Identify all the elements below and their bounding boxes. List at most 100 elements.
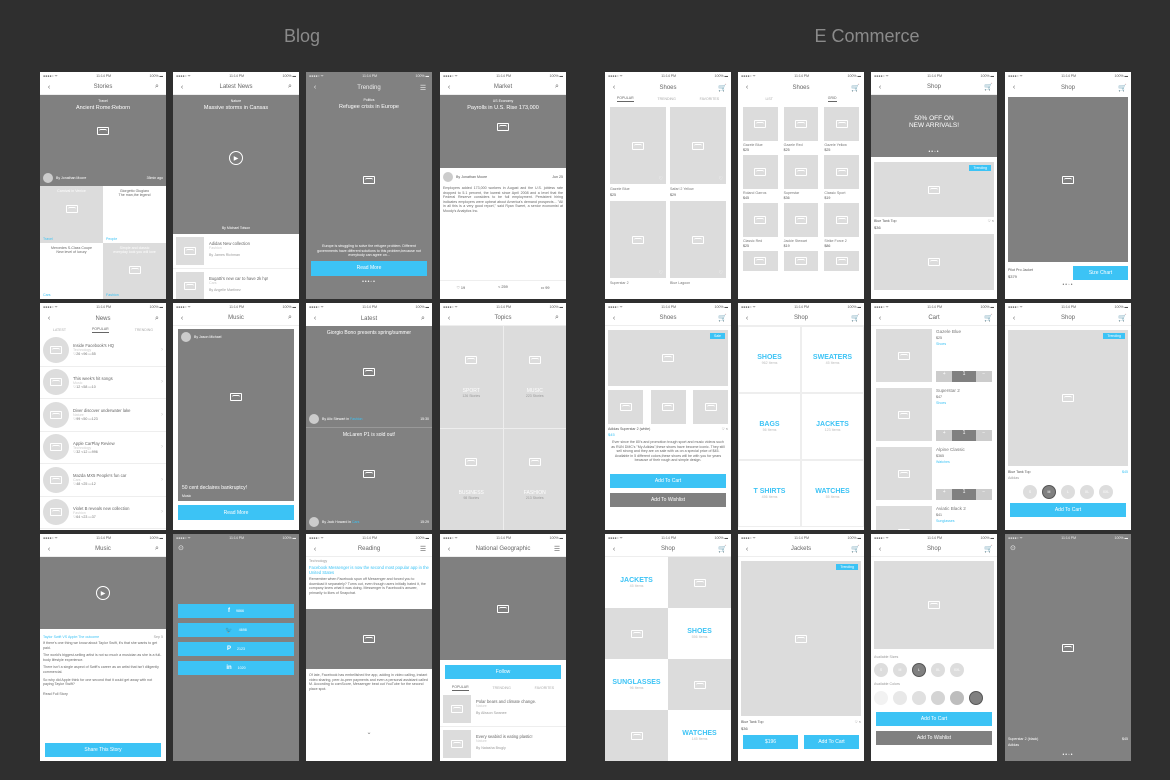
product-image[interactable]: ♡ [610, 201, 666, 278]
page-dots[interactable]: ••◦• [1005, 752, 1131, 758]
size-option-xl[interactable]: XL [1080, 485, 1094, 499]
back-icon[interactable]: ‹ [178, 315, 186, 322]
search-icon[interactable]: ⌕ [553, 83, 561, 91]
category-tile[interactable]: WATCHES 55 Items [801, 460, 864, 527]
close-icon[interactable]: ⊙ [173, 542, 299, 554]
color-swatch[interactable] [931, 691, 945, 705]
back-icon[interactable]: ‹ [445, 315, 453, 322]
page-dots[interactable]: ••◦• [871, 149, 997, 155]
category-image[interactable] [605, 710, 668, 761]
chevron-right-icon[interactable]: › [161, 509, 163, 515]
quantity-stepper[interactable]: +1− [936, 430, 992, 441]
product-image[interactable] [743, 251, 778, 271]
cart-icon[interactable]: 🛒 [851, 314, 860, 322]
add-to-cart-button[interactable]: Add To Cart [1010, 503, 1126, 517]
tab-list[interactable]: LIST [765, 97, 772, 101]
like-button[interactable]: ♡ 19 [456, 285, 465, 290]
product-image[interactable] [824, 155, 859, 189]
menu-icon[interactable]: ☰ [419, 545, 427, 553]
read-full-story-link[interactable]: Read Full Story [40, 690, 166, 699]
plus-button[interactable]: + [936, 430, 953, 441]
tag-link[interactable]: Fashion [350, 417, 362, 421]
plus-button[interactable]: + [936, 489, 953, 500]
play-icon[interactable]: ▶ [96, 586, 110, 600]
cart-icon[interactable]: 🛒 [718, 84, 727, 92]
product-image[interactable] [824, 203, 859, 237]
size-option-xxl[interactable]: XXL [950, 663, 964, 677]
back-icon[interactable]: ‹ [1010, 315, 1018, 322]
promo-banner[interactable]: 50% OFF ON NEW ARRIVALS! ••◦• [871, 95, 997, 157]
chevron-right-icon[interactable]: › [161, 412, 163, 418]
product-category[interactable]: Watches [936, 460, 992, 464]
product-card[interactable]: Gazele Yellow $25 [824, 107, 859, 152]
play-icon[interactable]: ▶ [229, 151, 243, 165]
product-card[interactable]: ♡ Gazele Blue $25 [610, 107, 666, 197]
category-tile[interactable]: WATCHES 145 Items [668, 710, 731, 761]
heart-icon[interactable]: ♡ [659, 270, 663, 276]
thumbnail[interactable] [608, 390, 643, 424]
product-image[interactable]: Trending [741, 561, 861, 716]
news-item[interactable]: Violet B reveals new collection Fashion ♡6… [40, 497, 166, 529]
product-image[interactable] [783, 203, 819, 237]
cart-icon[interactable]: 🛒 [1118, 84, 1127, 92]
quantity-stepper[interactable]: +1− [936, 489, 992, 500]
back-icon[interactable]: ‹ [311, 84, 319, 91]
size-option-xxl[interactable]: XXL [1099, 485, 1113, 499]
color-swatch[interactable] [969, 691, 983, 705]
tab-favorites[interactable]: FAVORITES [700, 97, 719, 101]
category-tile[interactable]: JACKETS 45 Items [605, 557, 668, 608]
quantity-stepper[interactable]: +1− [936, 371, 992, 382]
tab-trending[interactable]: TRENDING [658, 97, 676, 101]
product-image[interactable]: Trending [1008, 330, 1128, 466]
back-icon[interactable]: ‹ [45, 546, 53, 553]
heart-icon[interactable]: ♡ [719, 176, 723, 182]
back-icon[interactable]: ‹ [876, 315, 884, 322]
category-image[interactable] [668, 557, 731, 608]
product-card[interactable]: Jackie Stewart $19 [783, 203, 819, 248]
back-icon[interactable]: ‹ [45, 315, 53, 322]
minus-button[interactable]: − [975, 371, 992, 382]
tile-tag[interactable]: Travel [43, 237, 53, 241]
list-item[interactable]: Every seabird is eating plastic! Nature By… [440, 727, 566, 761]
back-icon[interactable]: ‹ [743, 315, 751, 322]
cart-icon[interactable]: 🛒 [851, 545, 860, 553]
color-swatch[interactable] [950, 691, 964, 705]
product-image[interactable] [824, 107, 859, 141]
back-icon[interactable]: ‹ [743, 546, 751, 553]
minus-button[interactable]: − [975, 430, 992, 441]
product-image[interactable]: ♡ [670, 107, 726, 184]
article-card[interactable]: Giorgio Bono presents spring/summer By Al… [306, 326, 432, 428]
read-more-button[interactable]: Read More [178, 505, 294, 520]
category-tile[interactable]: T SHIRTS 456 Items [738, 460, 801, 527]
size-chart-button[interactable]: Size Chart [1073, 266, 1128, 280]
back-icon[interactable]: ‹ [178, 84, 186, 91]
product-image[interactable] [743, 203, 778, 237]
chevron-right-icon[interactable]: › [161, 444, 163, 450]
news-item[interactable]: Diver discover underwater lake Nature ♡99 … [40, 399, 166, 432]
category-tile[interactable]: SWEATERS 45 Items [801, 326, 864, 393]
like-share-icons[interactable]: ♡ < [855, 720, 861, 724]
chevron-down-icon[interactable]: ⌄ [306, 729, 432, 736]
cart-icon[interactable]: 🛒 [984, 314, 993, 322]
size-option-xl[interactable]: XL [931, 663, 945, 677]
article-card[interactable]: McLaren P1 is sold out! By Jack Howard in… [306, 428, 432, 530]
news-item[interactable]: Mazda MX5 People's fun car Cars ♡48 <25 ▭1… [40, 464, 166, 497]
chevron-right-icon[interactable]: › [161, 347, 163, 353]
heart-icon[interactable]: ♡ [719, 270, 723, 276]
like-share-icons[interactable]: ♡ < [722, 427, 728, 431]
product-image[interactable] [824, 251, 859, 271]
category-tile[interactable]: SUNGLASSES 96 Items [605, 659, 668, 710]
page-dots[interactable]: •••◦• [306, 279, 432, 285]
news-item[interactable]: This week's hit songs Music ♡12 <58 ▭10 › [40, 367, 166, 399]
comment-button[interactable]: ▭ 99 [541, 285, 550, 290]
plus-button[interactable]: + [936, 371, 953, 382]
product-card[interactable]: Roland Garros $45 [743, 155, 778, 200]
add-to-wishlist-button[interactable]: Add To Wishlist [876, 731, 992, 745]
back-icon[interactable]: ‹ [876, 84, 884, 91]
follow-button[interactable]: Follow [445, 665, 561, 679]
topic-tile[interactable]: SPORT 126 Stories [440, 326, 503, 428]
back-icon[interactable]: ‹ [311, 546, 319, 553]
search-icon[interactable]: ⌕ [286, 83, 294, 91]
cart-icon[interactable]: 🛒 [984, 83, 993, 91]
video-hero[interactable]: Nature Massive storms in Cansas ▶ By Mic… [173, 95, 299, 234]
